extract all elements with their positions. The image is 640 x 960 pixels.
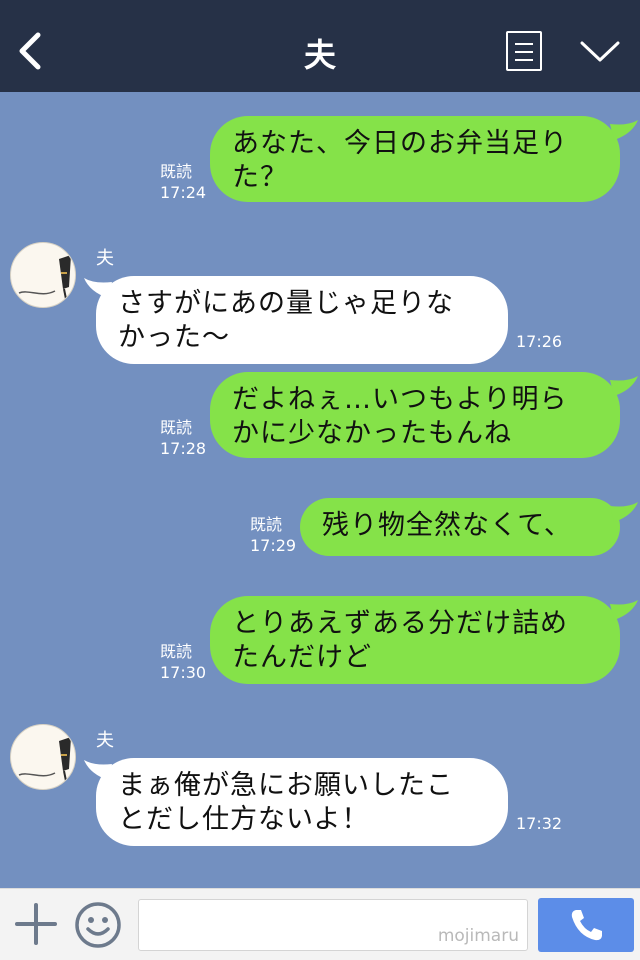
pen-icon — [18, 737, 71, 782]
smile-icon[interactable] — [74, 901, 122, 949]
message-bubble[interactable]: まぁ俺が急にお願いしたこ とだし仕方ないよ！ — [96, 758, 508, 846]
chevron-down-icon[interactable] — [580, 40, 620, 64]
read-status: 既読 17:29 — [250, 514, 296, 556]
message-bubble[interactable]: さすがにあの量じゃ足りな かった〜 — [96, 276, 508, 364]
message-list[interactable]: 既読 17:24 あなた、今日のお弁当足り た？ 夫 さすがにあの量じゃ足りな … — [0, 92, 640, 888]
sender-name: 夫 — [96, 730, 114, 751]
message-time: 17:24 — [160, 183, 207, 202]
read-label: 既読 — [250, 515, 283, 534]
chat-title: 夫 — [303, 36, 336, 74]
message-time: 17:28 — [160, 439, 207, 458]
message-time: 17:30 — [160, 663, 207, 682]
message-input[interactable]: mojimaru — [138, 899, 528, 951]
input-bar: mojimaru — [0, 888, 640, 960]
read-label: 既読 — [160, 418, 193, 437]
call-button[interactable] — [538, 898, 634, 952]
message-bubble[interactable]: 残り物全然なくて、 — [300, 498, 620, 556]
menu-icon[interactable] — [506, 31, 542, 71]
bubble-tail — [610, 376, 638, 396]
chat-header: 夫 — [0, 0, 640, 92]
read-status: 既読 17:30 — [160, 641, 206, 683]
bubble-tail — [610, 120, 638, 140]
avatar[interactable] — [10, 242, 76, 308]
read-status: 既読 17:24 — [160, 161, 206, 203]
message-bubble[interactable]: だよねぇ…いつもより明ら かに少なかったもんね — [210, 372, 620, 458]
pen-icon — [18, 255, 71, 300]
message-time: 17:26 — [516, 332, 563, 351]
read-status: 既読 17:28 — [160, 417, 206, 459]
sender-name: 夫 — [96, 248, 114, 269]
read-label: 既読 — [160, 642, 193, 661]
plus-icon[interactable] — [14, 902, 58, 946]
avatar[interactable] — [10, 724, 76, 790]
read-label: 既読 — [160, 162, 193, 181]
message-time: 17:29 — [250, 536, 297, 555]
message-time: 17:32 — [516, 814, 563, 833]
message-bubble[interactable]: とりあえずある分だけ詰め たんだけど — [210, 596, 620, 684]
message-bubble[interactable]: あなた、今日のお弁当足り た？ — [210, 116, 620, 202]
bubble-tail — [610, 502, 638, 522]
phone-icon — [571, 910, 602, 941]
watermark: mojimaru — [437, 926, 519, 946]
bubble-tail — [610, 600, 638, 620]
